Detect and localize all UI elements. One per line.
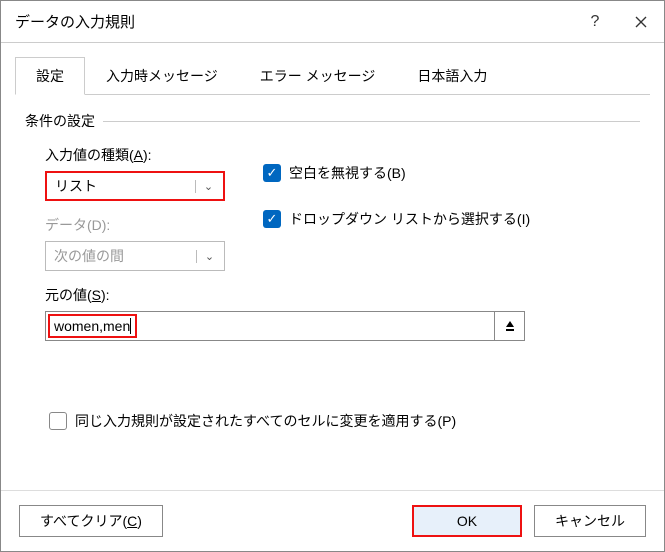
chevron-down-icon: ⌄ xyxy=(195,180,215,193)
close-icon xyxy=(635,16,647,28)
collapse-icon xyxy=(503,319,517,333)
tab-content: 条件の設定 入力値の種類(A): リスト ⌄ ✓ 空白を無視する(B) データ(… xyxy=(1,95,664,431)
dropdown-label: ドロップダウン リストから選択する(I) xyxy=(289,209,530,229)
ignore-blank-checkbox[interactable]: ✓ 空白を無視する(B) xyxy=(263,163,406,183)
tab-strip: 設定 入力時メッセージ エラー メッセージ 日本語入力 xyxy=(15,57,650,95)
cancel-button[interactable]: キャンセル xyxy=(534,505,646,537)
help-button[interactable]: ? xyxy=(572,1,618,43)
data-select: 次の値の間 ⌄ xyxy=(45,241,225,271)
ok-button[interactable]: OK xyxy=(412,505,522,537)
allow-select[interactable]: リスト ⌄ xyxy=(45,171,225,201)
apply-all-checkbox[interactable]: 同じ入力規則が設定されたすべてのセルに変更を適用する(P) xyxy=(49,411,640,431)
clear-all-button[interactable]: すべてクリア(C) xyxy=(19,505,163,537)
range-picker-button[interactable] xyxy=(495,311,525,341)
chevron-down-icon: ⌄ xyxy=(196,250,216,263)
text-caret xyxy=(130,318,131,334)
tab-error-message[interactable]: エラー メッセージ xyxy=(239,57,397,94)
check-icon: ✓ xyxy=(263,210,281,228)
tab-ime[interactable]: 日本語入力 xyxy=(396,57,508,94)
data-value: 次の値の間 xyxy=(54,246,124,266)
source-label: 元の値(S): xyxy=(45,285,640,305)
titlebar: データの入力規則 ? xyxy=(1,1,664,43)
ignore-blank-label: 空白を無視する(B) xyxy=(289,163,406,183)
check-icon: ✓ xyxy=(263,164,281,182)
data-label: データ(D): xyxy=(45,215,245,235)
checkbox-icon xyxy=(49,412,67,430)
close-button[interactable] xyxy=(618,1,664,43)
divider xyxy=(103,121,640,122)
source-value: women,men xyxy=(54,318,130,334)
tab-input-message[interactable]: 入力時メッセージ xyxy=(85,57,239,94)
apply-all-label: 同じ入力規則が設定されたすべてのセルに変更を適用する(P) xyxy=(75,411,456,431)
allow-value: リスト xyxy=(55,176,97,196)
dialog-footer: すべてクリア(C) OK キャンセル xyxy=(1,490,664,551)
source-input[interactable]: women,men xyxy=(45,311,495,341)
dropdown-checkbox[interactable]: ✓ ドロップダウン リストから選択する(I) xyxy=(263,209,530,229)
section-header: 条件の設定 xyxy=(25,111,640,131)
tab-settings[interactable]: 設定 xyxy=(15,57,85,95)
section-title: 条件の設定 xyxy=(25,111,95,131)
window-title: データの入力規則 xyxy=(15,11,572,32)
allow-label: 入力値の種類(A): xyxy=(45,145,245,165)
